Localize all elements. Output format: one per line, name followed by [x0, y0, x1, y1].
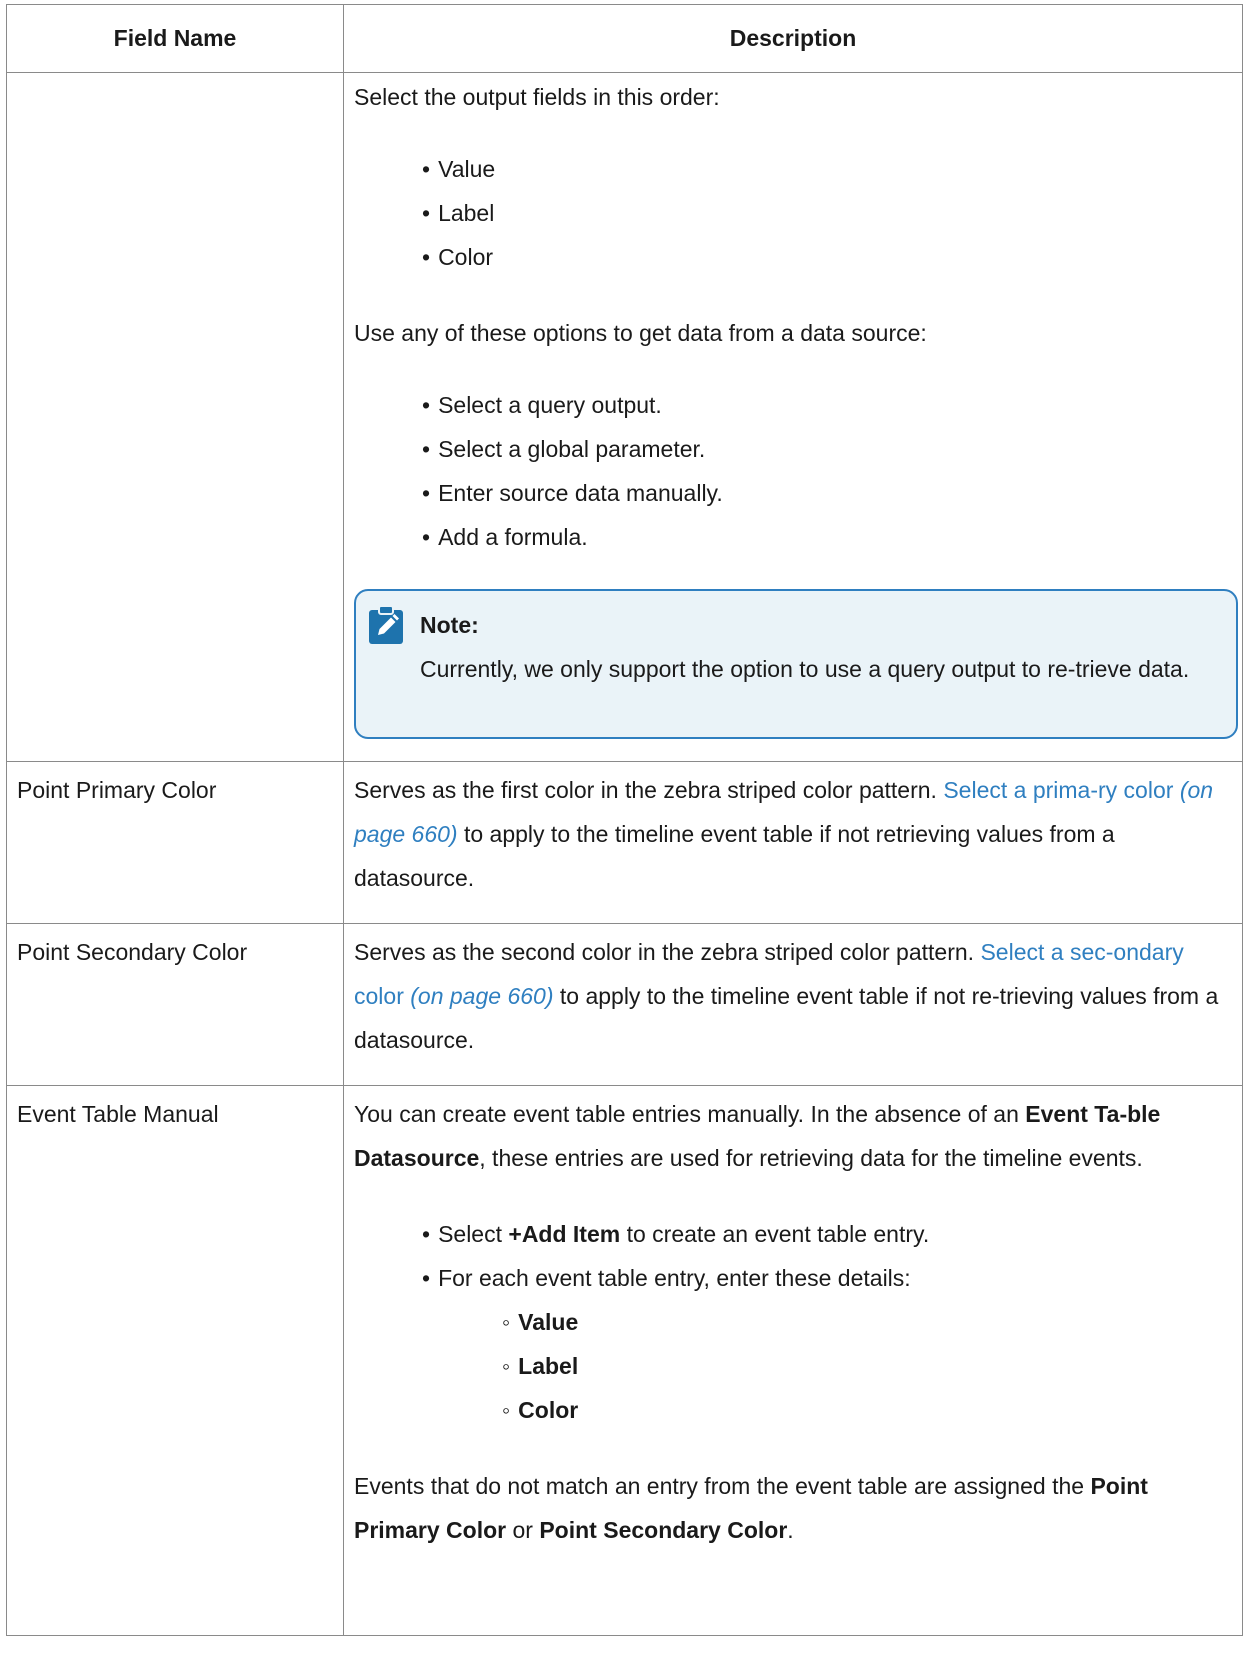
field-description-table: Field Name Description Select the output… [6, 4, 1243, 1636]
text: to create an event table entry. [620, 1221, 930, 1247]
field-name-cell [6, 72, 344, 762]
list-item: For each event table entry, enter these … [354, 1256, 1232, 1300]
field-name-cell: Point Secondary Color [6, 923, 344, 1086]
list-item: Enter source data manually. [354, 471, 1232, 515]
description-text: Serves as the second color in the zebra … [354, 939, 981, 965]
field-name-cell: Point Primary Color [6, 761, 344, 924]
description-cell: Serves as the first color in the zebra s… [343, 761, 1243, 924]
header-description: Description [343, 4, 1243, 73]
list-item: Value [354, 147, 1232, 191]
text: , these entries are used for retrieving … [479, 1145, 1143, 1171]
event-table-intro: You can create event table entries manua… [354, 1092, 1232, 1180]
unmatched-events-text: Events that do not match an entry from t… [354, 1464, 1232, 1552]
list-item: Value [354, 1300, 1232, 1344]
table-row: Point Secondary Color Serves as the seco… [6, 923, 1243, 1086]
list-item: Select a query output. [354, 383, 1232, 427]
text: You can create event table entries manua… [354, 1101, 1026, 1127]
list-item: Color [354, 235, 1232, 279]
options-list: Select a query output. Select a global p… [354, 383, 1232, 559]
output-fields-intro: Select the output fields in this order: [354, 84, 720, 110]
description-cell: Serves as the second color in the zebra … [343, 923, 1243, 1086]
add-item-term: +Add Item [508, 1221, 621, 1247]
steps-list: Select +Add Item to create an event tabl… [354, 1212, 1232, 1300]
note-callout: Note: Currently, we only support the opt… [354, 589, 1238, 739]
output-fields-list: Value Label Color [354, 147, 1232, 279]
field-name-cell: Event Table Manual [6, 1085, 344, 1636]
text: Select [438, 1221, 509, 1247]
text: Events that do not match an entry from t… [354, 1473, 1091, 1499]
description-text: Serves as the first color in the zebra s… [354, 777, 944, 803]
description-cell: You can create event table entries manua… [343, 1085, 1243, 1636]
note-title: Note: [420, 612, 479, 638]
list-item: Label [354, 1344, 1232, 1388]
table-header-row: Field Name Description [6, 4, 1243, 73]
text: or [506, 1517, 540, 1543]
list-item: Label [354, 191, 1232, 235]
list-item: Add a formula. [354, 515, 1232, 559]
table-row: Select the output fields in this order: … [6, 72, 1243, 762]
page-reference: (on page 660) [410, 983, 554, 1009]
details-list: Value Label Color [354, 1300, 1232, 1432]
table-row: Event Table Manual You can create event … [6, 1085, 1243, 1636]
pencil-clipboard-icon [369, 605, 403, 644]
point-secondary-color-term: Point Secondary Color [539, 1517, 788, 1543]
link-text: Select a prima-ry color [943, 777, 1174, 803]
header-field-name: Field Name [6, 4, 344, 73]
list-item: Select +Add Item to create an event tabl… [354, 1212, 1232, 1256]
description-cell: Select the output fields in this order: … [343, 72, 1243, 762]
table-row: Point Primary Color Serves as the first … [6, 761, 1243, 924]
note-text: Currently, we only support the option to… [420, 656, 1190, 682]
description-text: to apply to the timeline event table if … [354, 821, 1115, 891]
list-item: Select a global parameter. [354, 427, 1232, 471]
options-intro: Use any of these options to get data fro… [354, 320, 927, 346]
list-item: Color [354, 1388, 1232, 1432]
text: . [787, 1517, 794, 1543]
